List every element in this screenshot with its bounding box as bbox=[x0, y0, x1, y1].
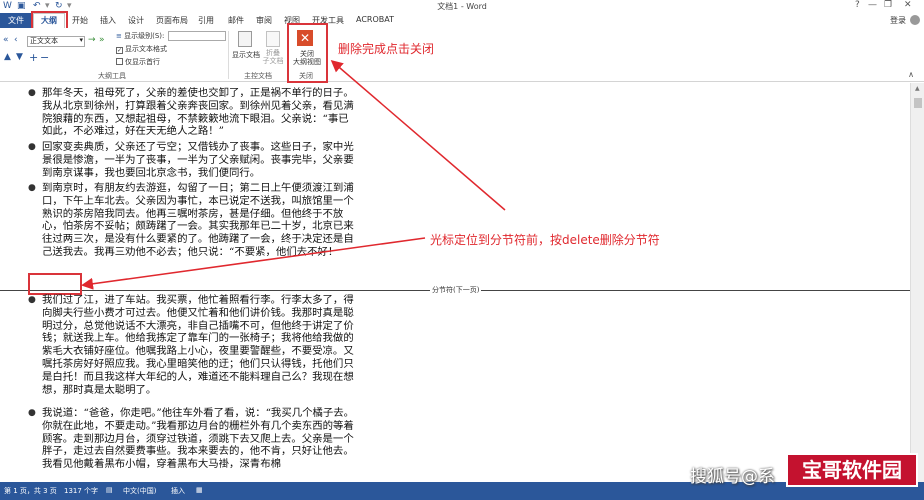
tab-page-layout[interactable]: 页面布局 bbox=[156, 15, 188, 26]
outline-paragraph[interactable]: ● 到南京时，有朋友约去游逛，勾留了一日；第二日上午便须渡江到浦口，下午上车北去… bbox=[28, 182, 358, 259]
checkbox-unchecked-icon bbox=[116, 58, 123, 65]
window-title: 文档1 - Word bbox=[437, 2, 487, 11]
minimize-button[interactable]: — bbox=[868, 0, 877, 10]
show-level-label: ≡ 显示级别(S): bbox=[116, 32, 165, 40]
language-indicator[interactable]: 中文(中国) bbox=[123, 486, 156, 496]
brand-logo: 宝哥软件园 bbox=[786, 453, 918, 487]
expand-icon[interactable]: + bbox=[29, 51, 38, 64]
bullet-icon: ● bbox=[28, 295, 36, 305]
demote-icon[interactable]: → bbox=[88, 35, 96, 45]
tab-insert[interactable]: 插入 bbox=[100, 15, 116, 26]
close-button-highlight-box bbox=[287, 23, 328, 83]
watermark-text: 搜狐号@系 bbox=[690, 467, 775, 487]
document-body[interactable]: ● 那年冬天，祖母死了，父亲的差使也交卸了，正是祸不单行的日子。我从北京到徐州，… bbox=[0, 83, 910, 482]
tab-acrobat[interactable]: ACROBAT bbox=[356, 15, 394, 24]
title-bar: W ▣ ↶ ▾ ↻ ▾ 文档1 - Word ? — ❐ ✕ bbox=[0, 0, 924, 13]
cursor-position-highlight-box bbox=[28, 273, 82, 295]
bullet-icon: ● bbox=[28, 183, 36, 193]
promote-to-heading1-icon[interactable]: « bbox=[3, 35, 9, 45]
outline-paragraph[interactable]: ● 我们过了江，进了车站。我买票，他忙着照看行李。行李太多了，得向脚夫行些小费才… bbox=[28, 294, 358, 396]
cursor-annotation: 光标定位到分节符前，按delete删除分节符 bbox=[430, 233, 660, 247]
tab-outline[interactable]: 大纲 bbox=[33, 13, 65, 28]
close-window-button[interactable]: ✕ bbox=[904, 0, 912, 10]
ribbon-tabs: 文件 大纲 开始 插入 设计 页面布局 引用 邮件 审阅 视图 开发工具 ACR… bbox=[0, 11, 924, 30]
insert-mode[interactable]: 插入 bbox=[171, 486, 185, 496]
tab-references[interactable]: 引用 bbox=[198, 15, 214, 26]
sign-in-link[interactable]: 登录 bbox=[890, 15, 906, 26]
outline-level-select[interactable]: 正文文本 bbox=[27, 36, 85, 47]
bullet-icon: ● bbox=[28, 88, 36, 98]
tab-file[interactable]: 文件 bbox=[0, 13, 32, 28]
close-annotation: 删除完成点击关闭 bbox=[338, 42, 435, 56]
outline-paragraph[interactable]: ● 我说道：“爸爸，你走吧。”他往车外看了看，说：“我买几个橘子去。你就在此地，… bbox=[28, 407, 358, 471]
show-level-icon: ≡ bbox=[116, 32, 122, 40]
ribbon-outline: « ‹ 正文文本 → » ▲ ▼ + − ≡ 显示级别(S): ✓显示文本格式 … bbox=[0, 28, 924, 82]
show-first-line-checkbox[interactable]: 仅显示首行 bbox=[116, 57, 160, 67]
collapse-icon[interactable]: − bbox=[40, 51, 49, 64]
checkbox-checked-icon: ✓ bbox=[116, 47, 123, 54]
show-document-button[interactable]: 显示文档 bbox=[230, 51, 262, 59]
tab-mailings[interactable]: 邮件 bbox=[228, 15, 244, 26]
outline-paragraph[interactable]: ● 回家变卖典质，父亲还了亏空；又借钱办了丧事。这些日子，家中光景很是惨澹，一半… bbox=[28, 141, 358, 179]
master-document-group-label: 主控文档 bbox=[244, 72, 272, 80]
group-divider bbox=[228, 31, 229, 79]
help-button[interactable]: ? bbox=[855, 0, 860, 10]
scroll-thumb[interactable] bbox=[914, 98, 922, 108]
user-avatar-icon[interactable] bbox=[910, 15, 920, 25]
section-break-label: 分节符(下一页) bbox=[430, 285, 482, 295]
bullet-icon: ● bbox=[28, 408, 36, 418]
tab-home[interactable]: 开始 bbox=[72, 15, 88, 26]
move-up-icon[interactable]: ▲ bbox=[4, 52, 11, 62]
tab-review[interactable]: 审阅 bbox=[256, 15, 272, 26]
show-document-icon[interactable] bbox=[238, 31, 252, 47]
collapse-ribbon-icon[interactable]: ∧ bbox=[908, 70, 914, 79]
collapse-subdocuments-button: 折叠 子文档 bbox=[262, 49, 284, 65]
outline-tools-group-label: 大纲工具 bbox=[98, 72, 126, 80]
show-text-format-checkbox[interactable]: ✓ 显示文本格式 bbox=[116, 44, 167, 54]
scroll-up-icon[interactable]: ▲ bbox=[915, 85, 920, 92]
show-level-select[interactable] bbox=[168, 31, 226, 41]
bullet-icon: ● bbox=[28, 142, 36, 152]
restore-button[interactable]: ❐ bbox=[884, 0, 892, 10]
demote-to-body-icon[interactable]: » bbox=[99, 35, 105, 45]
vertical-scrollbar[interactable]: ▲ bbox=[910, 83, 924, 482]
collapse-subdocuments-icon bbox=[266, 31, 280, 47]
page-count[interactable]: 第 1 页，共 3 页 bbox=[4, 486, 57, 496]
outline-paragraph[interactable]: ● 那年冬天，祖母死了，父亲的差使也交卸了，正是祸不单行的日子。我从北京到徐州，… bbox=[28, 87, 358, 138]
promote-icon[interactable]: ‹ bbox=[14, 35, 18, 45]
macro-icon[interactable]: ▦ bbox=[196, 486, 203, 494]
word-count[interactable]: 1317 个字 bbox=[64, 486, 98, 496]
proofing-icon[interactable]: ▤ bbox=[106, 486, 113, 494]
tab-design[interactable]: 设计 bbox=[128, 15, 144, 26]
move-down-icon[interactable]: ▼ bbox=[16, 52, 23, 62]
